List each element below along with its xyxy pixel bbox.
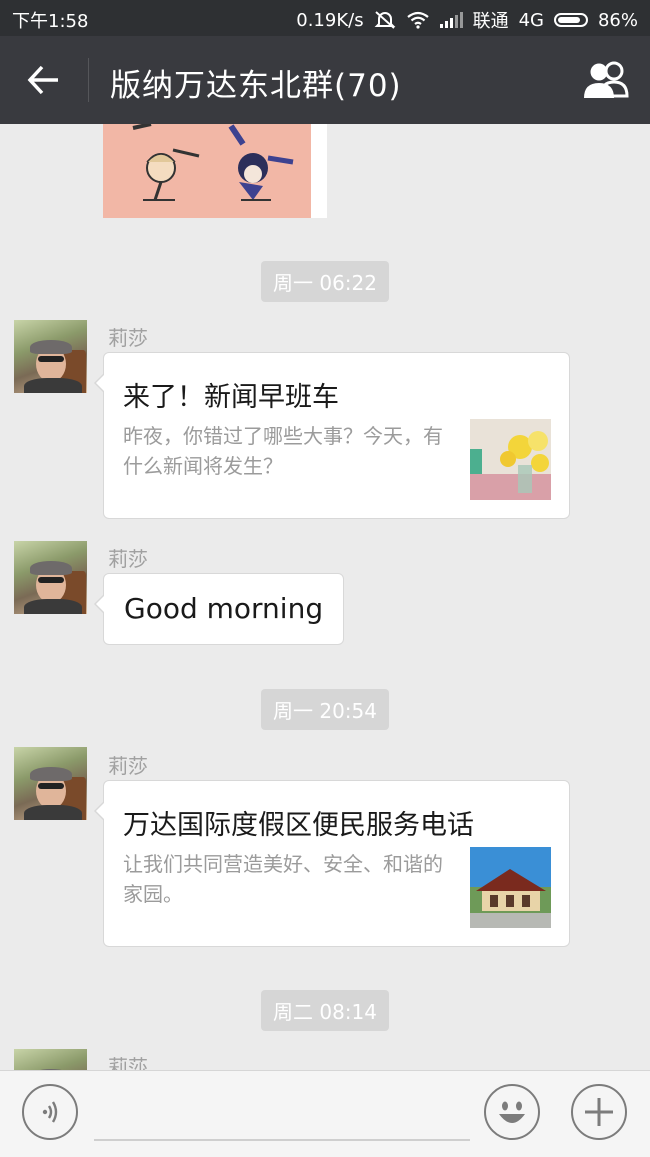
card-description: 让我们共同营造美好、安全、和谐的家园。 bbox=[123, 852, 443, 906]
network-type: 4G bbox=[518, 9, 544, 31]
avatar[interactable] bbox=[14, 541, 87, 614]
chat-area[interactable]: 周一 06:22 莉莎 来了！新闻早班车 昨夜，你错过了哪些大事？今天，有什么新… bbox=[0, 124, 650, 1070]
group-members-icon[interactable] bbox=[582, 58, 632, 102]
sticker-illustration bbox=[132, 124, 294, 201]
chat-header: 版纳万达东北群(70) bbox=[0, 36, 650, 124]
status-time: 下午1:58 bbox=[12, 11, 89, 32]
signal-icon bbox=[439, 12, 463, 28]
carrier-label: 联通 bbox=[472, 11, 509, 32]
text-message[interactable]: Good morning bbox=[93, 573, 345, 645]
timestamp: 周一 20:54 bbox=[261, 689, 389, 730]
card-title: 万达国际度假区便民服务电话 bbox=[123, 810, 474, 841]
avatar[interactable] bbox=[14, 1049, 87, 1070]
sender-name: 莉莎 bbox=[108, 754, 148, 778]
message-input[interactable] bbox=[94, 1139, 470, 1141]
emoji-icon bbox=[499, 1101, 525, 1123]
battery-icon bbox=[553, 13, 588, 27]
header-divider bbox=[88, 58, 89, 102]
voice-button[interactable] bbox=[22, 1084, 78, 1140]
timestamp: 周一 06:22 bbox=[261, 261, 389, 302]
card-thumbnail bbox=[470, 419, 551, 500]
sticker-image[interactable] bbox=[103, 124, 327, 218]
back-arrow-icon[interactable] bbox=[22, 58, 66, 102]
mute-icon bbox=[374, 11, 395, 29]
card-title: 来了！新闻早班车 bbox=[123, 382, 339, 413]
battery-percent: 86% bbox=[597, 9, 638, 31]
card-description: 昨夜，你错过了哪些大事？今天，有什么新闻将发生？ bbox=[123, 424, 443, 478]
emoji-button[interactable] bbox=[484, 1084, 540, 1140]
network-speed: 0.19K/s bbox=[296, 9, 364, 31]
avatar[interactable] bbox=[14, 747, 87, 820]
sender-name: 莉莎 bbox=[108, 326, 148, 350]
card-thumbnail bbox=[470, 847, 551, 928]
timestamp: 周二 08:14 bbox=[261, 990, 389, 1031]
chat-title: 版纳万达东北群(70) bbox=[110, 68, 402, 104]
status-bar: 下午1:58 0.19K/s 联通 4G 86% bbox=[0, 0, 650, 36]
sender-name: 莉莎 bbox=[108, 547, 148, 571]
status-right: 0.19K/s 联通 4G 86% bbox=[296, 7, 638, 33]
voice-icon bbox=[42, 1101, 58, 1123]
sender-name: 莉莎 bbox=[108, 1055, 148, 1070]
avatar[interactable] bbox=[14, 320, 87, 393]
input-bar bbox=[0, 1070, 650, 1157]
wifi-icon bbox=[406, 11, 429, 29]
plus-icon bbox=[585, 1098, 613, 1126]
link-card-message[interactable]: 万达国际度假区便民服务电话 让我们共同营造美好、安全、和谐的家园。 bbox=[94, 780, 570, 947]
link-card-message[interactable]: 来了！新闻早班车 昨夜，你错过了哪些大事？今天，有什么新闻将发生？ bbox=[94, 352, 570, 519]
more-button[interactable] bbox=[571, 1084, 627, 1140]
